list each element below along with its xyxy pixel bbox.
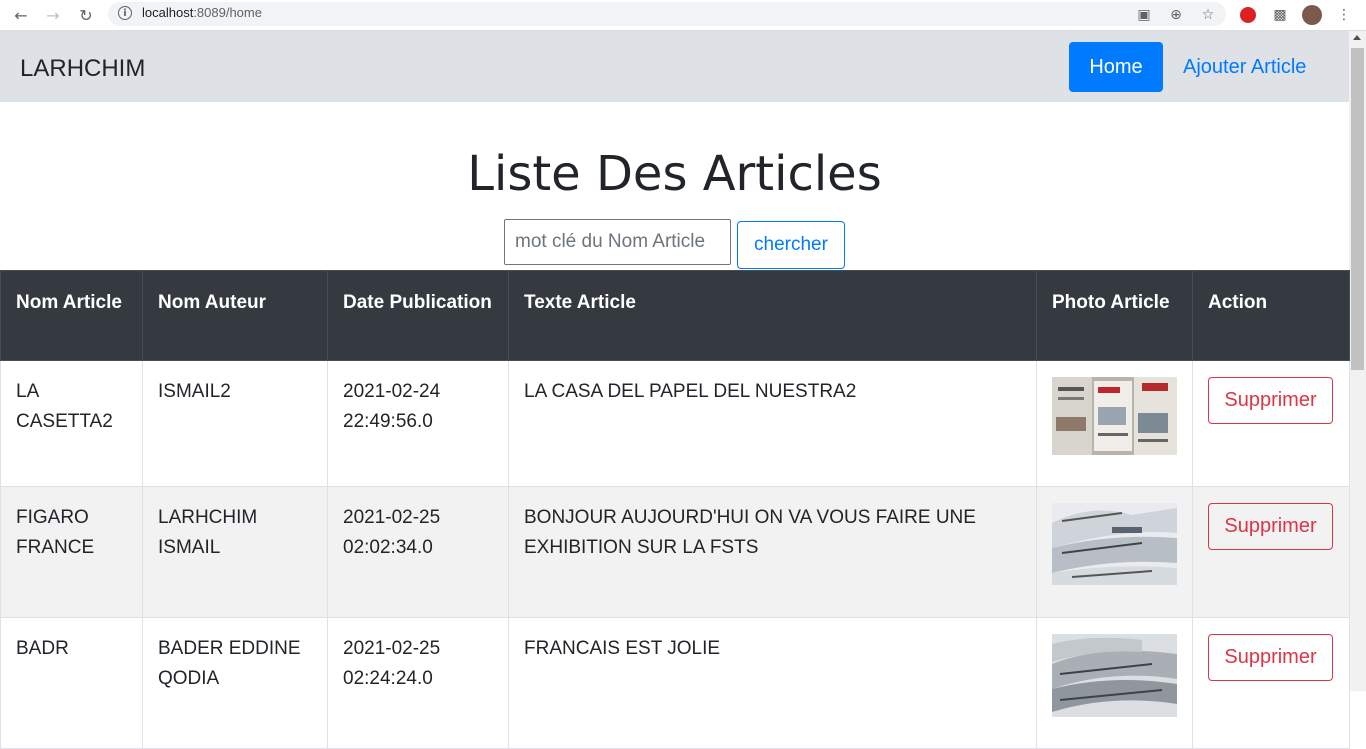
- header-nom-auteur: Nom Auteur: [142, 270, 328, 361]
- table-row: BADR BADER EDDINE QODIA 2021-02-25 02:24…: [0, 617, 1350, 749]
- header-date-publication: Date Publication: [327, 270, 509, 361]
- browser-menu-icon[interactable]: ⋮: [1333, 4, 1355, 26]
- article-photo-newspapers: [1052, 377, 1177, 455]
- reload-icon[interactable]: ↻: [75, 4, 97, 26]
- extensions-puzzle-icon[interactable]: ▩: [1269, 4, 1291, 26]
- cell-texte-article: FRANCAIS EST JOLIE: [508, 617, 1037, 749]
- cell-nom-article: FIGARO FRANCE: [0, 486, 143, 618]
- header-photo-article: Photo Article: [1036, 270, 1193, 361]
- cell-nom-auteur: ISMAIL2: [142, 360, 328, 487]
- delete-button[interactable]: Supprimer: [1208, 377, 1333, 424]
- scrollbar-thumb[interactable]: [1351, 48, 1364, 370]
- search-input[interactable]: [504, 219, 731, 265]
- browser-toolbar: ← → ↻ i localhost:8089/home ▣ ⊕ ☆ ▩ ⋮: [0, 0, 1366, 31]
- cell-texte-article: BONJOUR AUJOURD'HUI ON VA VOUS FAIRE UNE…: [508, 486, 1037, 618]
- search-button[interactable]: chercher: [737, 221, 845, 269]
- cell-date-publication: 2021-02-24 22:49:56.0: [327, 360, 509, 487]
- cell-date-publication: 2021-02-25 02:24:24.0: [327, 617, 509, 749]
- delete-button[interactable]: Supprimer: [1208, 503, 1333, 550]
- url-path: :8089/home: [193, 5, 262, 20]
- cell-nom-article: BADR: [0, 617, 143, 749]
- article-photo-newspapers: [1052, 503, 1177, 585]
- table-row: LA CASETTA2 ISMAIL2 2021-02-24 22:49:56.…: [0, 360, 1350, 487]
- nav-home-button[interactable]: Home: [1069, 42, 1163, 92]
- url-text: localhost:8089/home: [142, 5, 262, 20]
- cell-date-publication: 2021-02-25 02:02:34.0: [327, 486, 509, 618]
- delete-button[interactable]: Supprimer: [1208, 634, 1333, 681]
- cell-texte-article: LA CASA DEL PAPEL DEL NUESTRA2: [508, 360, 1037, 487]
- nav-add-article-link[interactable]: Ajouter Article: [1183, 56, 1306, 79]
- cell-nom-auteur: LARHCHIM ISMAIL: [142, 486, 328, 618]
- cell-action: Supprimer: [1192, 617, 1350, 749]
- table-row: FIGARO FRANCE LARHCHIM ISMAIL 2021-02-25…: [0, 486, 1350, 618]
- site-navbar: LARHCHIM Home Ajouter Article: [0, 31, 1349, 102]
- opera-extension-icon[interactable]: [1237, 4, 1259, 26]
- profile-avatar-icon[interactable]: [1301, 4, 1323, 26]
- header-action: Action: [1192, 270, 1350, 361]
- article-photo-newspapers: [1052, 634, 1177, 717]
- url-host: localhost: [142, 5, 194, 20]
- header-nom-article: Nom Article: [0, 270, 143, 361]
- scroll-up-arrow-icon[interactable]: [1353, 35, 1361, 40]
- page-title: Liste Des Articles: [467, 146, 882, 202]
- cell-photo-article: [1036, 486, 1193, 618]
- info-icon[interactable]: i: [118, 6, 132, 20]
- cell-nom-article: LA CASETTA2: [0, 360, 143, 487]
- articles-table: Nom Article Nom Auteur Date Publication …: [0, 270, 1350, 749]
- bookmark-star-icon[interactable]: ☆: [1197, 4, 1219, 26]
- brand-logo[interactable]: LARHCHIM: [20, 55, 145, 83]
- header-texte-article: Texte Article: [508, 270, 1037, 361]
- forward-icon[interactable]: →: [42, 4, 64, 26]
- cell-action: Supprimer: [1192, 360, 1350, 487]
- translate-icon[interactable]: ▣: [1133, 4, 1155, 26]
- zoom-icon[interactable]: ⊕: [1165, 4, 1187, 26]
- cell-nom-auteur: BADER EDDINE QODIA: [142, 617, 328, 749]
- cell-action: Supprimer: [1192, 486, 1350, 618]
- cell-photo-article: [1036, 617, 1193, 749]
- back-icon[interactable]: ←: [10, 4, 32, 26]
- address-bar[interactable]: i localhost:8089/home: [108, 2, 1226, 26]
- table-header-row: Nom Article Nom Auteur Date Publication …: [0, 270, 1350, 361]
- cell-photo-article: [1036, 360, 1193, 487]
